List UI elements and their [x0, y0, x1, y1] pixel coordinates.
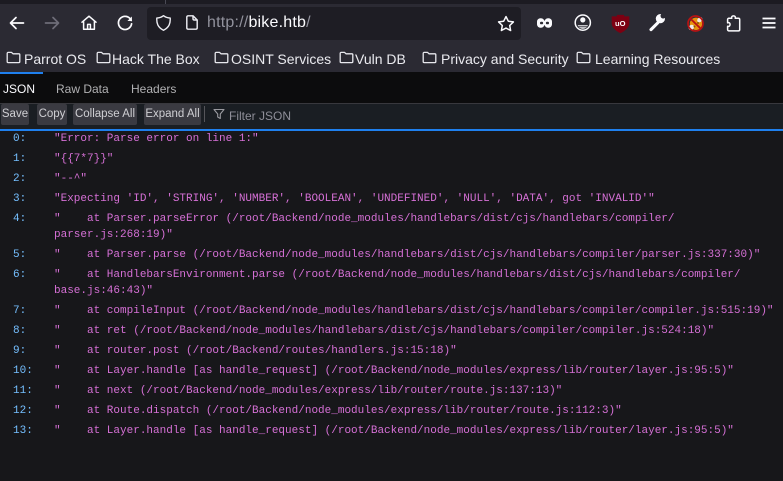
svg-text:uO: uO: [615, 19, 626, 28]
